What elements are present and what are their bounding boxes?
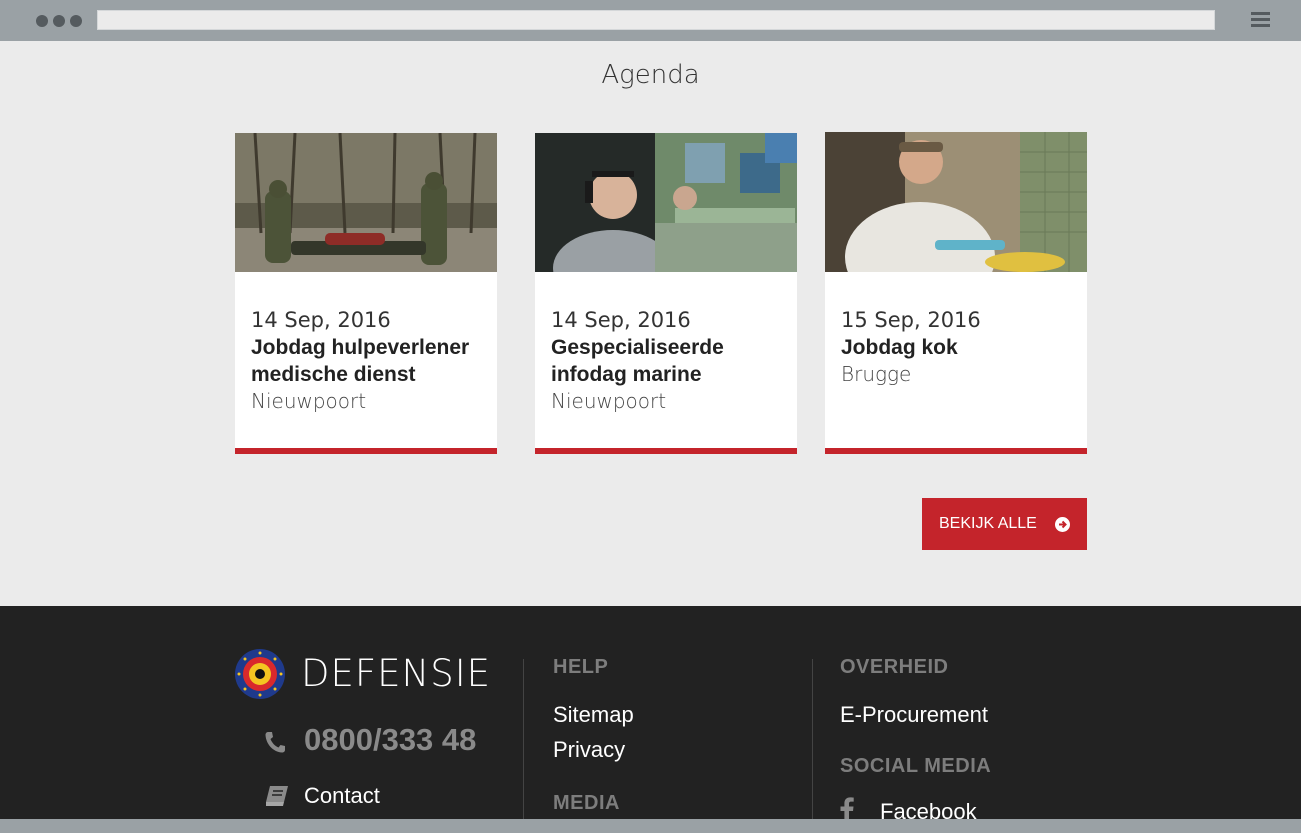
site-footer xyxy=(0,606,1301,833)
agenda-card-title[interactable]: Gespecialiseerde xyxy=(551,334,793,361)
address-bar[interactable] xyxy=(97,10,1215,30)
agenda-card-title[interactable]: medische dienst xyxy=(251,361,493,388)
browser-chrome xyxy=(0,0,1301,41)
view-all-button[interactable]: BEKIJK ALLE xyxy=(922,498,1087,550)
view-all-label: BEKIJK ALLE xyxy=(939,515,1037,532)
agenda-card-date: 15 Sep, 2016 xyxy=(841,308,981,332)
agenda-card-date: 14 Sep, 2016 xyxy=(551,308,691,332)
agenda-card-image[interactable] xyxy=(825,132,1087,272)
footer-divider xyxy=(523,659,524,833)
agenda-card-location: Nieuwpoort xyxy=(251,389,367,413)
agenda-card-location: Brugge xyxy=(841,362,912,386)
browser-bottom-bar xyxy=(0,819,1301,833)
e-procurement-link[interactable]: E-Procurement xyxy=(840,702,988,728)
window-dot-icon[interactable] xyxy=(53,15,65,27)
sitemap-link[interactable]: Sitemap xyxy=(553,702,634,728)
menu-icon[interactable] xyxy=(1251,12,1270,28)
agenda-card[interactable]: 14 Sep, 2016 Jobdag hulpeverlener medisc… xyxy=(235,133,497,454)
phone-icon xyxy=(265,731,285,753)
book-icon xyxy=(265,785,289,807)
window-dot-icon[interactable] xyxy=(36,15,48,27)
arrow-circle-right-icon xyxy=(1055,517,1070,532)
contact-link[interactable]: Contact xyxy=(304,783,380,809)
agenda-card-date: 14 Sep, 2016 xyxy=(251,308,391,332)
agenda-card-image[interactable] xyxy=(535,133,797,272)
agenda-card-image[interactable] xyxy=(235,133,497,272)
agenda-card-location: Nieuwpoort xyxy=(551,389,667,413)
phone-number[interactable]: 0800/333 48 xyxy=(304,722,476,758)
footer-divider xyxy=(812,659,813,833)
overheid-heading: OVERHEID xyxy=(840,656,949,678)
agenda-card[interactable]: 15 Sep, 2016 Jobdag kok Brugge xyxy=(825,132,1087,454)
window-dot-icon[interactable] xyxy=(70,15,82,27)
media-heading: MEDIA xyxy=(553,792,620,814)
privacy-link[interactable]: Privacy xyxy=(553,737,625,763)
agenda-title: Agenda xyxy=(601,60,700,90)
social-media-heading: SOCIAL MEDIA xyxy=(840,755,992,777)
help-heading: HELP xyxy=(553,656,609,678)
agenda-card-title[interactable]: Jobdag hulpeverlener xyxy=(251,334,493,361)
agenda-card-title[interactable]: Jobdag kok xyxy=(841,334,1083,361)
brand-name[interactable]: DEFENSIE xyxy=(301,652,491,695)
agenda-card-title[interactable]: infodag marine xyxy=(551,361,793,388)
defensie-logo[interactable] xyxy=(235,649,285,699)
agenda-card[interactable]: 14 Sep, 2016 Gespecialiseerde infodag ma… xyxy=(535,133,797,454)
